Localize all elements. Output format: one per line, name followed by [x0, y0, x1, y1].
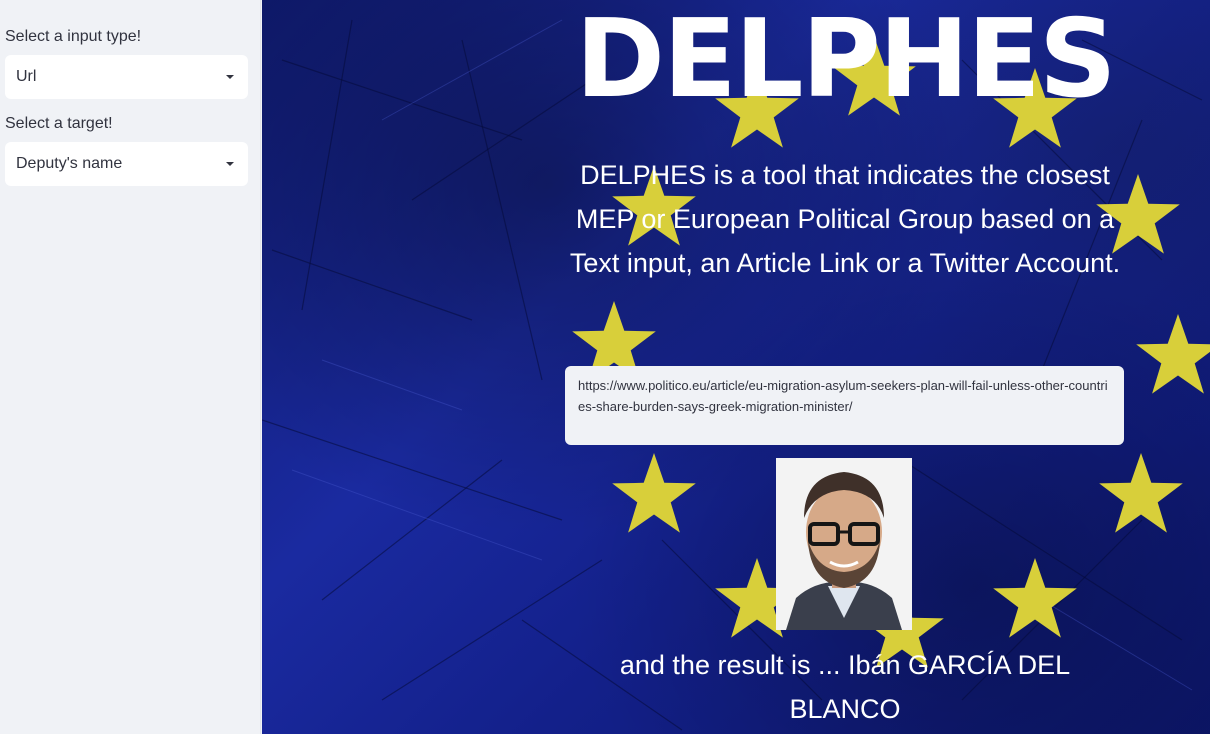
- eu-star-icon: [612, 453, 696, 533]
- app-description: DELPHES is a tool that indicates the clo…: [569, 160, 1121, 278]
- app-title: DELPHES: [575, 0, 1116, 122]
- target-value: Deputy's name: [16, 155, 123, 172]
- target-select[interactable]: Deputy's name: [5, 142, 248, 186]
- input-type-select[interactable]: Url: [5, 55, 248, 99]
- eu-star-icon: [993, 558, 1077, 638]
- target-label: Select a target!: [5, 115, 113, 132]
- url-input[interactable]: https://www.politico.eu/article/eu-migra…: [565, 366, 1124, 445]
- result-text: and the result is ... Ibán GARCÍA DEL BL…: [619, 650, 1071, 724]
- caret-down-icon: [226, 162, 234, 166]
- deputy-photo: [776, 458, 912, 630]
- eu-star-icon: [1099, 453, 1183, 533]
- caret-down-icon: [226, 75, 234, 79]
- deputy-portrait-image: [776, 458, 912, 630]
- input-type-label: Select a input type!: [5, 28, 142, 45]
- eu-star-icon: [1136, 314, 1210, 394]
- input-type-value: Url: [16, 68, 37, 85]
- sidebar: Select a input type! Url Select a target…: [0, 0, 261, 734]
